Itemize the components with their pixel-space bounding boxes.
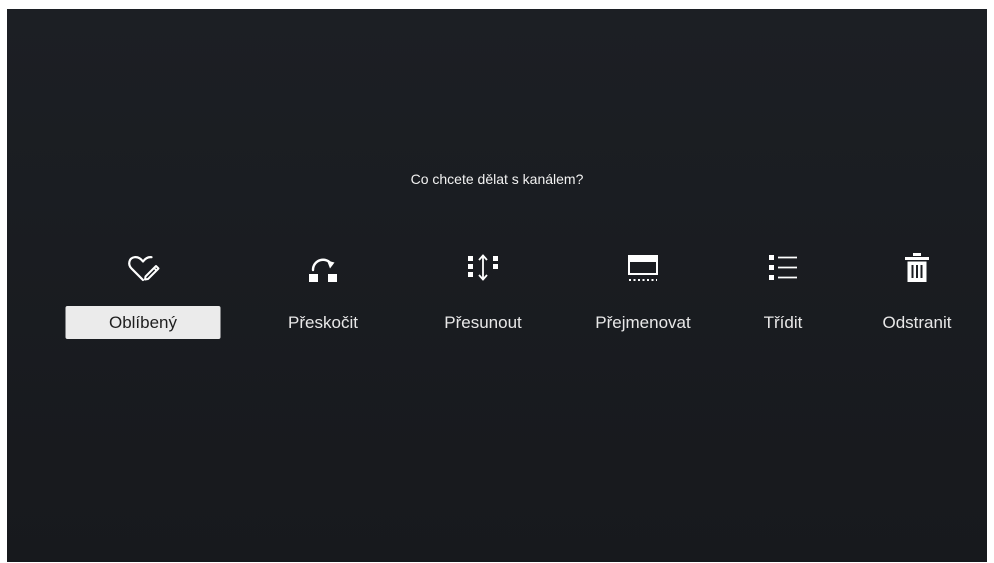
move-label: Přesunout: [444, 313, 522, 332]
move-icon: [465, 250, 501, 286]
trash-icon: [899, 250, 935, 286]
favorite-action[interactable]: Oblíbený: [63, 247, 223, 342]
skip-action[interactable]: Přeskočit: [243, 247, 403, 342]
delete-label: Odstranit: [882, 313, 952, 332]
rename-icon: [625, 250, 661, 286]
move-action[interactable]: Přesunout: [403, 247, 563, 342]
action-row: Oblíbený Přeskočit Přesunout Přejmenovat…: [7, 247, 987, 347]
skip-icon: [305, 250, 341, 286]
rename-label: Přejmenovat: [595, 313, 691, 332]
favorite-label: Oblíbený: [65, 306, 221, 339]
channel-options-dialog: Co chcete dělat s kanálem? Oblíbený Přes…: [7, 9, 987, 562]
rename-action[interactable]: Přejmenovat: [563, 247, 723, 342]
delete-action[interactable]: Odstranit: [837, 247, 994, 342]
sort-list-icon: [765, 250, 801, 286]
skip-label: Přeskočit: [288, 313, 358, 332]
heart-edit-icon: [125, 250, 161, 286]
dialog-prompt: Co chcete dělat s kanálem?: [410, 171, 584, 187]
